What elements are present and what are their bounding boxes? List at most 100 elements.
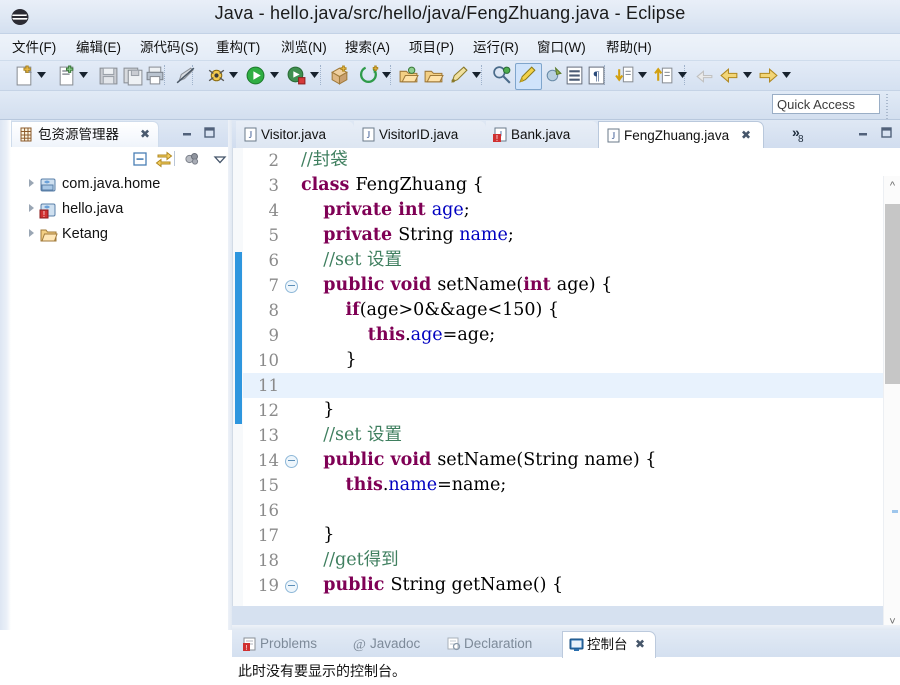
- previous-annotation-up-icon[interactable]: [654, 65, 675, 86]
- highlight-pen-icon[interactable]: [517, 65, 538, 86]
- new-file-icon[interactable]: [14, 65, 35, 86]
- save-all-icon[interactable]: [123, 65, 144, 86]
- external-tools-icon[interactable]: [359, 65, 380, 86]
- tab-bank-java[interactable]: J!Bank.java: [486, 121, 598, 148]
- tree-item-ketang[interactable]: Ketang: [11, 223, 228, 246]
- pilcrow-icon[interactable]: ¶: [586, 65, 607, 86]
- open-type-icon[interactable]: [398, 65, 419, 86]
- dropdown-arrow-icon[interactable]: [782, 72, 791, 79]
- new-java-file-icon[interactable]: [56, 65, 77, 86]
- dropdown-arrow-icon[interactable]: [382, 72, 391, 79]
- code-folding-collapse-icon[interactable]: [285, 280, 298, 293]
- tree-expand-arrow-icon[interactable]: [29, 179, 34, 187]
- coverage-icon[interactable]: [286, 65, 307, 86]
- code-line[interactable]: 18 //get得到: [233, 548, 900, 573]
- code-line[interactable]: 11: [233, 373, 900, 398]
- back-arrow-grey-icon[interactable]: [694, 65, 715, 86]
- menu-navigate[interactable]: 浏览(N): [279, 38, 329, 57]
- dropdown-arrow-icon[interactable]: [229, 72, 238, 79]
- skip-breakpoints-icon[interactable]: [543, 65, 564, 86]
- dropdown-arrow-icon[interactable]: [743, 72, 752, 79]
- overview-ruler-marker[interactable]: [892, 510, 898, 513]
- code-line[interactable]: 6 //set 设置: [233, 248, 900, 273]
- back-arrow-yellow-icon[interactable]: [719, 65, 740, 86]
- tab-javadoc[interactable]: @ Javadoc: [346, 631, 440, 657]
- scroll-up-arrow-icon[interactable]: ^: [884, 176, 900, 196]
- package-explorer-tab[interactable]: 包资源管理器 ✖: [11, 121, 159, 148]
- maximize-icon[interactable]: [203, 126, 216, 139]
- code-line[interactable]: 7 public void setName(int age) {: [233, 273, 900, 298]
- code-line[interactable]: 9 this.age=age;: [233, 323, 900, 348]
- menu-window[interactable]: 窗口(W): [535, 38, 588, 57]
- close-icon[interactable]: ✖: [741, 128, 751, 142]
- menu-file[interactable]: 文件(F): [10, 38, 58, 57]
- minimize-icon[interactable]: [857, 126, 870, 139]
- close-icon[interactable]: ✖: [635, 637, 645, 651]
- dropdown-arrow-icon[interactable]: [678, 72, 687, 79]
- tree-item-hello-java[interactable]: ! hello.java: [11, 198, 228, 221]
- code-line[interactable]: 16: [233, 498, 900, 523]
- save-disk-icon[interactable]: [98, 65, 119, 86]
- menu-help[interactable]: 帮助(H): [604, 38, 654, 57]
- menu-search[interactable]: 搜索(A): [343, 38, 392, 57]
- minimize-icon[interactable]: [181, 126, 194, 139]
- code-line[interactable]: 17 }: [233, 523, 900, 548]
- editor-vertical-scrollbar[interactable]: ^ ˅: [883, 176, 900, 634]
- tab-console[interactable]: 控制台 ✖: [562, 631, 656, 658]
- tab-fengzhuang-java[interactable]: J FengZhuang.java ✖: [598, 121, 764, 150]
- printer-icon[interactable]: [145, 65, 166, 86]
- tab-visitorid-java[interactable]: J VisitorID.java: [354, 121, 486, 148]
- code-line[interactable]: 14 public void setName(String name) {: [233, 448, 900, 473]
- dropdown-arrow-icon[interactable]: [638, 72, 647, 79]
- code-line[interactable]: 4 private int age;: [233, 198, 900, 223]
- bug-icon[interactable]: [206, 65, 227, 86]
- dropdown-arrow-icon[interactable]: [37, 72, 46, 79]
- code-line[interactable]: 13 //set 设置: [233, 423, 900, 448]
- chevron-down-icon[interactable]: [211, 150, 229, 168]
- menu-project[interactable]: 项目(P): [407, 38, 456, 57]
- run-green-play-icon[interactable]: [245, 65, 266, 86]
- code-line[interactable]: 8 if(age>0&&age<150) {: [233, 298, 900, 323]
- new-package-icon[interactable]: [329, 65, 350, 86]
- next-annotation-down-icon[interactable]: [615, 65, 636, 86]
- code-line[interactable]: 2 //封袋: [233, 148, 900, 173]
- code-folding-collapse-icon[interactable]: [285, 580, 298, 593]
- code-line[interactable]: 12 }: [233, 398, 900, 423]
- link-with-editor-icon[interactable]: [155, 150, 173, 168]
- focus-task-icon[interactable]: [183, 150, 201, 168]
- dropdown-arrow-icon[interactable]: [472, 72, 481, 79]
- last-edit-icon[interactable]: [492, 65, 513, 86]
- code-line[interactable]: 3 class FengZhuang {: [233, 173, 900, 198]
- toolbar-grip-handle[interactable]: [886, 94, 892, 157]
- code-folding-collapse-icon[interactable]: [285, 455, 298, 468]
- collapse-all-icon[interactable]: [131, 150, 149, 168]
- open-task-icon[interactable]: [423, 65, 444, 86]
- menu-run[interactable]: 运行(R): [471, 38, 521, 57]
- close-icon[interactable]: ✖: [140, 127, 150, 141]
- search-pencil-icon[interactable]: [448, 65, 469, 86]
- forward-arrow-yellow-icon[interactable]: [758, 65, 779, 86]
- tree-expand-arrow-icon[interactable]: [29, 229, 34, 237]
- dropdown-arrow-icon[interactable]: [79, 72, 88, 79]
- pencil-strike-icon[interactable]: [175, 65, 196, 86]
- vertical-scroll-thumb[interactable]: [885, 204, 900, 384]
- menu-source[interactable]: 源代码(S): [138, 38, 201, 57]
- code-line[interactable]: 19 public String getName() {: [233, 573, 900, 598]
- menu-edit[interactable]: 编辑(E): [74, 38, 123, 57]
- tab-visitor-java[interactable]: J Visitor.java: [236, 121, 354, 148]
- maximize-icon[interactable]: [880, 126, 893, 139]
- code-editor-canvas[interactable]: 2//封袋 3 class FengZhuang {4 private int ag…: [232, 148, 900, 651]
- tab-problems[interactable]: ! Problems: [236, 631, 346, 657]
- code-line[interactable]: 10 }: [233, 348, 900, 373]
- tab-declaration[interactable]: Declaration: [440, 631, 562, 657]
- code-line[interactable]: 5 private String name;: [233, 223, 900, 248]
- quick-access-input[interactable]: Quick Access: [772, 94, 880, 114]
- dropdown-arrow-icon[interactable]: [310, 72, 319, 79]
- tree-item-com-java-home[interactable]: com.java.home: [11, 173, 228, 196]
- block-selection-icon[interactable]: [564, 65, 585, 86]
- menu-refactor[interactable]: 重构(T): [214, 38, 262, 57]
- dropdown-arrow-icon[interactable]: [270, 72, 279, 79]
- code-line[interactable]: 15 this.name=name;: [233, 473, 900, 498]
- tree-expand-arrow-icon[interactable]: [29, 204, 34, 212]
